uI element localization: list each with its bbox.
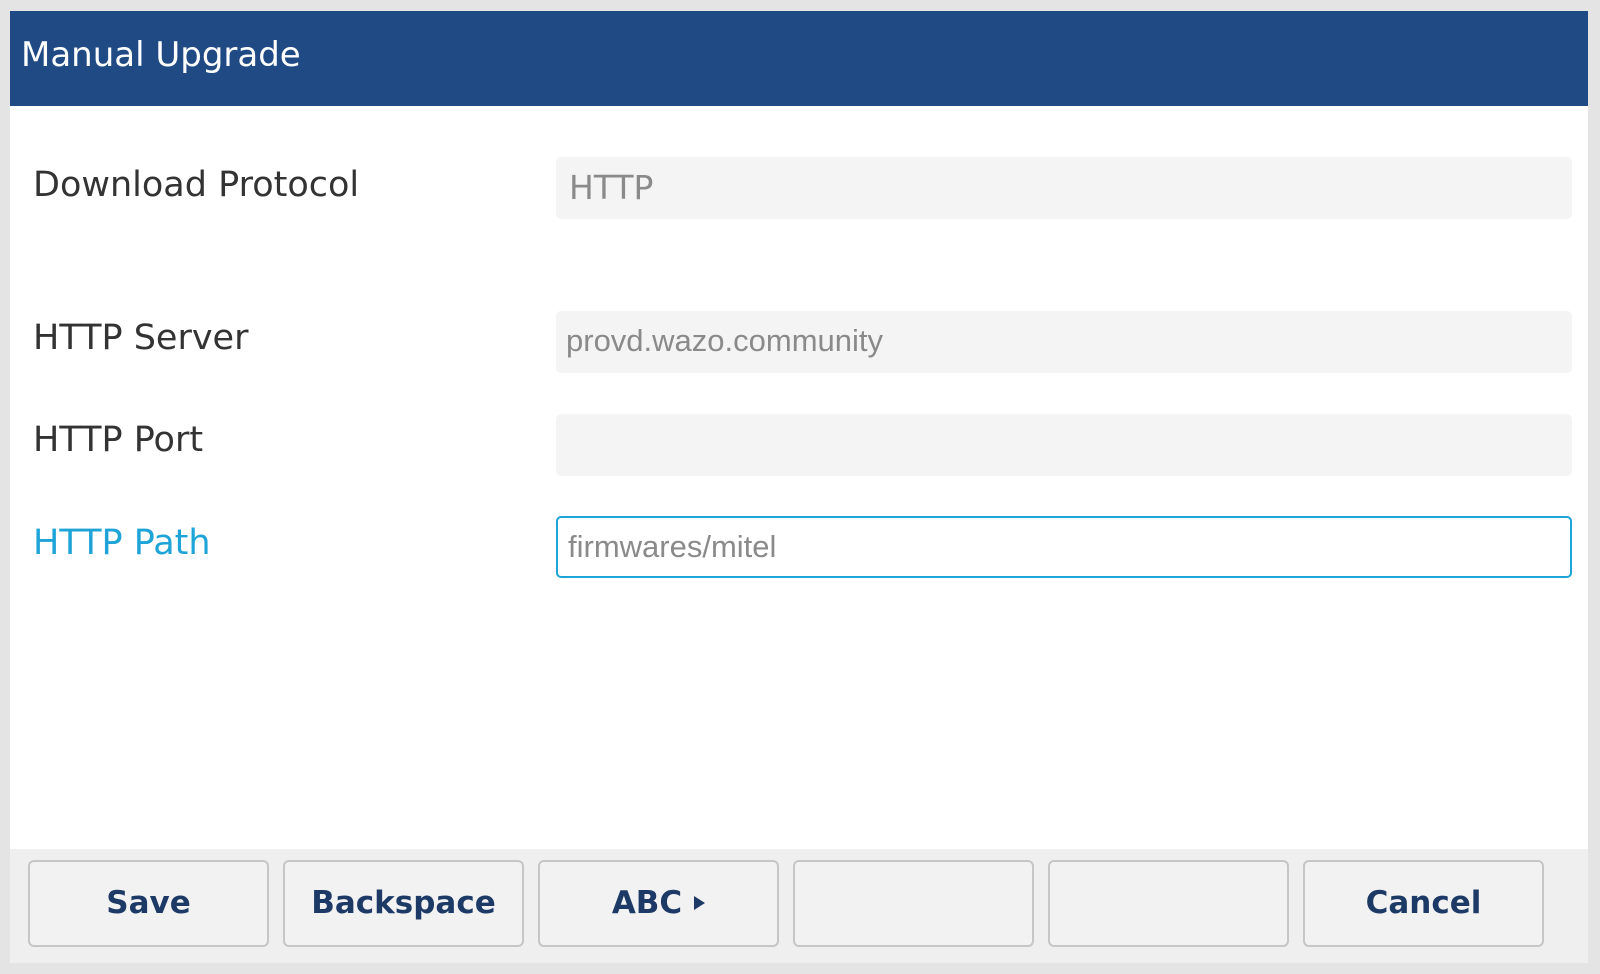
backspace-button[interactable]: Backspace bbox=[283, 860, 524, 947]
backspace-button-label: Backspace bbox=[311, 885, 496, 921]
http-port-label: HTTP Port bbox=[33, 420, 204, 460]
abc-button-label: ABC bbox=[611, 885, 683, 921]
download-protocol-label: Download Protocol bbox=[33, 165, 360, 205]
download-protocol-select[interactable]: HTTP bbox=[556, 157, 1572, 219]
softkey-bar: Save Backspace ABC Cancel bbox=[10, 849, 1588, 963]
http-server-label: HTTP Server bbox=[33, 318, 249, 358]
page-title: Manual Upgrade bbox=[21, 35, 301, 75]
cancel-button-label: Cancel bbox=[1365, 885, 1482, 921]
softkey-4-blank[interactable] bbox=[793, 860, 1034, 947]
manual-upgrade-screen: Manual Upgrade Download Protocol HTTP HT… bbox=[10, 11, 1588, 963]
save-button-label: Save bbox=[106, 885, 191, 921]
softkey-5-blank[interactable] bbox=[1048, 860, 1289, 947]
title-bar: Manual Upgrade bbox=[10, 11, 1588, 106]
abc-input-mode-button[interactable]: ABC bbox=[538, 860, 779, 947]
http-path-input[interactable]: firmwares/mitel bbox=[556, 516, 1572, 578]
save-button[interactable]: Save bbox=[28, 860, 269, 947]
http-path-label: HTTP Path bbox=[33, 523, 211, 563]
http-port-input[interactable] bbox=[556, 414, 1572, 476]
http-server-input[interactable]: provd.wazo.community bbox=[556, 311, 1572, 373]
triangle-right-icon bbox=[694, 895, 706, 910]
cancel-button[interactable]: Cancel bbox=[1303, 860, 1544, 947]
